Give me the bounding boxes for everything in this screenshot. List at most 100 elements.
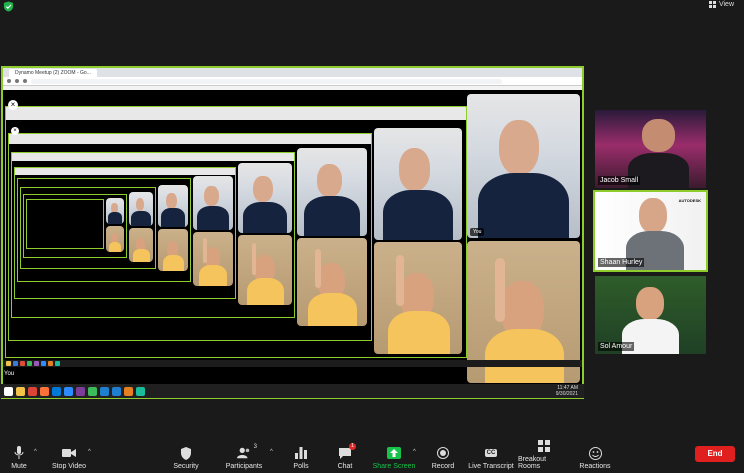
video-camera-icon — [62, 446, 76, 460]
grid-view-icon — [708, 1, 716, 8]
nested-video-tile-sol-5 — [193, 232, 233, 286]
nested-video-tile-jacob: You — [467, 94, 580, 238]
chat-bubble-icon: 1 — [338, 443, 356, 460]
file-explorer-icon[interactable] — [16, 386, 25, 396]
zoom-icon[interactable] — [64, 386, 73, 396]
share-screen-button[interactable]: Share Screen — [372, 439, 416, 473]
forward-icon[interactable] — [15, 79, 19, 83]
back-icon[interactable] — [7, 79, 11, 83]
browser-address-bar — [3, 77, 582, 86]
participant-video — [639, 198, 668, 234]
participant-tile-sol[interactable]: Sol Amour — [595, 276, 706, 354]
self-view-label: You — [4, 371, 15, 377]
nested-zoom-window-8 — [26, 199, 104, 249]
stop-video-label: Stop Video — [51, 463, 87, 470]
participant-tile-shaan[interactable]: AUTODESK Shaan Hurley — [593, 190, 708, 272]
participant-name: Sol Amour — [598, 342, 635, 351]
record-button[interactable]: Record — [430, 439, 456, 473]
start-icon[interactable] — [4, 386, 13, 396]
nested-video-tile-jacob-8 — [106, 198, 124, 224]
revit-icon[interactable] — [100, 386, 109, 396]
participants-icon: 3 — [237, 444, 257, 460]
security-button[interactable]: Security — [170, 439, 202, 473]
polls-button[interactable]: Polls — [290, 439, 312, 473]
participants-options-caret[interactable]: ^ — [270, 449, 273, 455]
nested-video-tile-sol-8 — [106, 226, 124, 252]
address-field[interactable] — [31, 78, 502, 84]
nested-zoom-window-2: × — [8, 127, 372, 341]
live-transcript-button[interactable]: CC Live Transcript — [468, 439, 514, 473]
chat-button[interactable]: 1 Chat — [334, 439, 356, 473]
nested-browser-bar — [15, 168, 235, 175]
firefox-icon[interactable] — [40, 386, 49, 396]
app-icon-2[interactable] — [136, 386, 145, 396]
nested-browser-bar — [6, 107, 466, 120]
raised-finger — [396, 255, 404, 306]
view-button[interactable]: View — [708, 1, 734, 8]
autodesk-logo: AUTODESK — [678, 198, 701, 203]
reactions-label: Reactions — [579, 463, 611, 470]
nested-zoom-window: × × — [5, 100, 467, 358]
microphone-icon — [12, 446, 26, 460]
nested-video-tile-jacob-7 — [129, 192, 153, 226]
dynamo-icon[interactable] — [88, 386, 97, 396]
record-icon — [436, 446, 450, 460]
nested-video-tile-sol-2 — [374, 242, 462, 354]
nested-tile-label: You — [470, 228, 485, 236]
mute-label: Mute — [11, 463, 27, 470]
share-screen-icon — [387, 446, 401, 460]
taskbar-clock[interactable]: 11:47 AM 9/30/2021 — [556, 385, 578, 397]
participants-label: Participants — [225, 463, 263, 470]
nested-zoom-window-7 — [23, 194, 127, 258]
revit-icon-2[interactable] — [112, 386, 121, 396]
nested-video-tile-jacob-3 — [297, 148, 367, 236]
meeting-toolbar: Mute ^ Stop Video ^ Security 3 Participa… — [0, 439, 744, 473]
nested-zoom-window-6 — [20, 187, 156, 269]
nested-browser-bar — [9, 134, 371, 145]
browser-tab-strip: Dynamo Meetup (2) ZOOM - Go... — [3, 68, 582, 77]
share-options-caret[interactable]: ^ — [413, 449, 416, 455]
smiley-icon — [588, 446, 602, 460]
nested-zoom-window-3 — [11, 152, 295, 318]
breakout-rooms-icon — [537, 439, 551, 453]
chrome-icon[interactable] — [28, 386, 37, 396]
reactions-button[interactable]: Reactions — [578, 439, 612, 473]
cc-icon: CC — [484, 446, 498, 460]
app-icon[interactable] — [124, 386, 133, 396]
nested-zoom-window-4 — [14, 167, 236, 299]
share-screen-label: Share Screen — [372, 463, 416, 470]
encryption-shield-icon[interactable] — [3, 1, 14, 12]
audio-options-caret[interactable]: ^ — [34, 449, 37, 455]
windows-taskbar: 11:47 AM 9/30/2021 — [0, 384, 584, 398]
raised-finger — [314, 248, 321, 289]
close-icon[interactable]: × — [11, 127, 19, 135]
nested-video-tile-sol-6 — [158, 229, 188, 271]
raised-finger — [251, 243, 257, 275]
breakout-rooms-label: Breakout Rooms — [518, 456, 547, 470]
nested-video-tile-jacob-2 — [374, 128, 462, 240]
mute-button[interactable]: Mute — [6, 439, 32, 473]
nested-zoom-window-5 — [17, 178, 191, 282]
participant-name: Jacob Small — [598, 176, 641, 185]
polls-icon — [294, 446, 308, 460]
participant-tile-jacob[interactable]: Jacob Small — [595, 110, 706, 188]
nested-video-tile-jacob-4 — [238, 163, 292, 233]
security-label: Security — [173, 463, 199, 470]
breakout-rooms-button[interactable]: Breakout Rooms — [518, 439, 570, 473]
nested-browser-bar — [12, 153, 294, 162]
end-meeting-button[interactable]: End — [695, 446, 735, 462]
participant-name: Shaan Hurley — [598, 258, 645, 267]
nested-video-tile-jacob-5 — [193, 176, 233, 230]
participants-button[interactable]: 3 Participants — [224, 439, 264, 473]
shared-screen[interactable]: Dynamo Meetup (2) ZOOM - Go... You × × — [1, 66, 584, 399]
view-label: View — [718, 1, 734, 8]
reload-icon[interactable] — [23, 79, 27, 83]
browser-tab[interactable]: Dynamo Meetup (2) ZOOM - Go... — [9, 69, 97, 77]
nested-video-tile-sol-4 — [238, 235, 292, 305]
video-options-caret[interactable]: ^ — [88, 449, 91, 455]
nested-video-tile-sol-3 — [297, 238, 367, 326]
visual-studio-icon[interactable] — [76, 386, 85, 396]
stop-video-button[interactable]: Stop Video — [50, 439, 88, 473]
close-icon[interactable]: × — [8, 100, 18, 110]
edge-icon[interactable] — [52, 386, 61, 396]
